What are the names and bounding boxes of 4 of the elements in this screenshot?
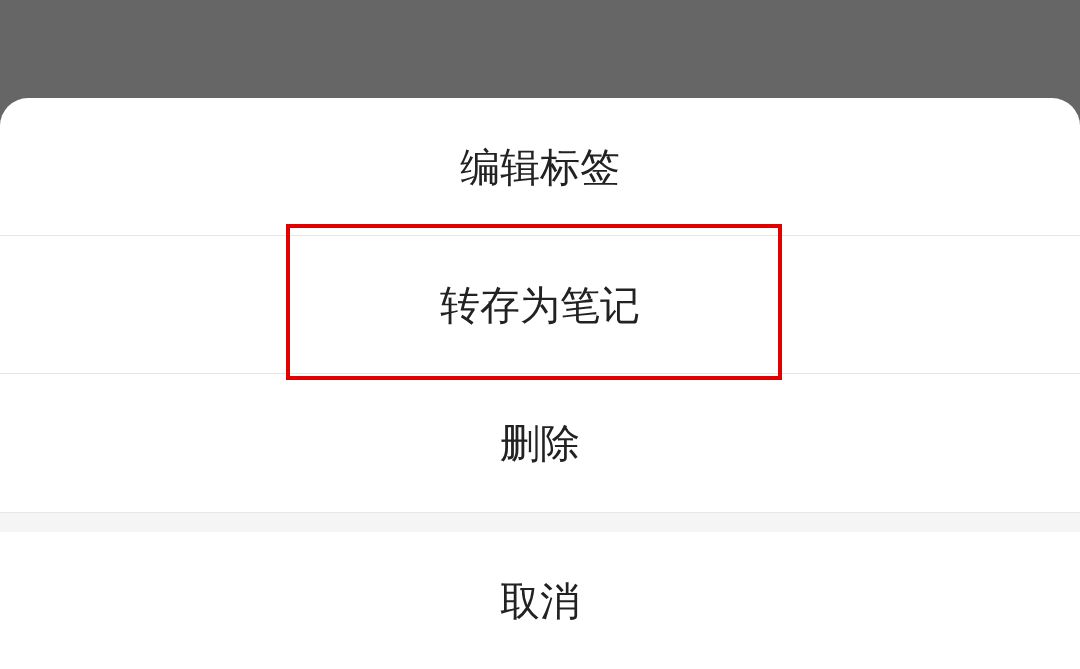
menu-item[interactable]: 转存为笔记 (416, 266, 664, 343)
cancel-button[interactable]: 取消 (476, 562, 604, 639)
menu-item[interactable]: 编辑标签 (436, 128, 644, 205)
menu-item[interactable]: 删除 (476, 405, 604, 481)
